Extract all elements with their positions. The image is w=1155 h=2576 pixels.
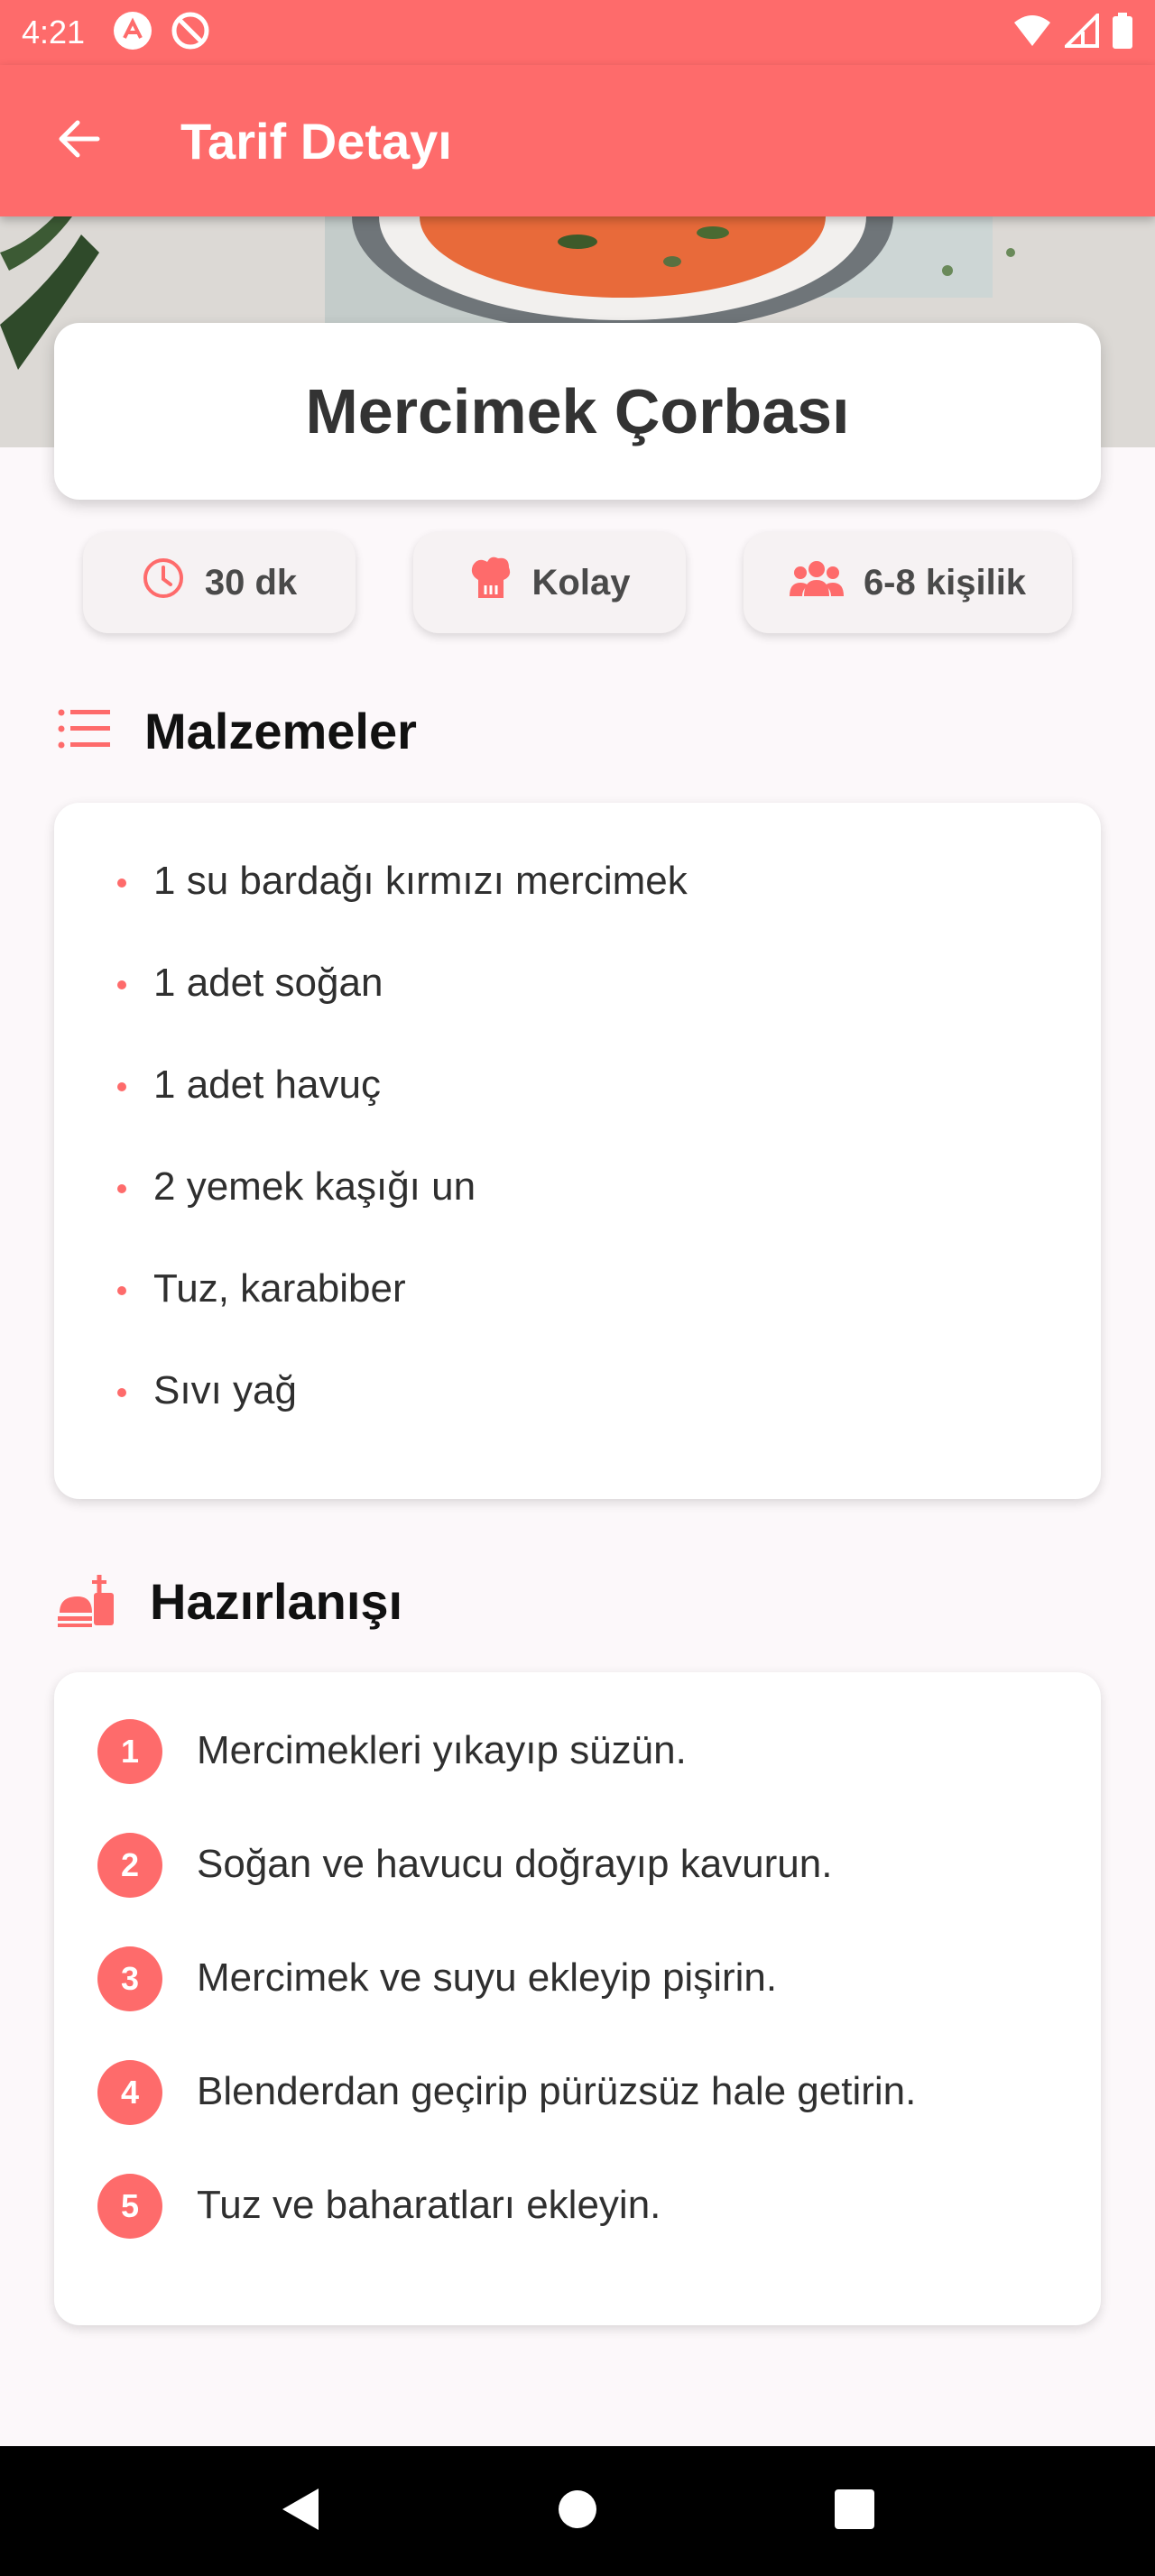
- status-system-icons: [1012, 10, 1133, 53]
- status-bar: 4:21: [0, 0, 1155, 65]
- preparation-card: 1 Mercimekleri yıkayıp süzün. 2 Soğan ve h…: [54, 1672, 1101, 2325]
- step-number-badge: 4: [97, 2060, 162, 2125]
- signal-icon: [1062, 10, 1099, 52]
- step-item: 1 Mercimekleri yıkayıp süzün.: [97, 1719, 916, 1833]
- steps-list: 1 Mercimekleri yıkayıp süzün. 2 Soğan ve h…: [97, 1719, 916, 2287]
- step-number-badge: 2: [97, 1833, 162, 1898]
- recipe-info-chips: 30 dk Kolay 6-8 kişilik: [0, 532, 1155, 633]
- system-navigation-bar: [0, 2446, 1155, 2576]
- battery-icon: [1112, 12, 1133, 53]
- difficulty-chip: Kolay: [413, 532, 686, 633]
- bullet-icon: [117, 1286, 126, 1295]
- step-number-badge: 5: [97, 2174, 162, 2239]
- step-item: 5 Tuz ve baharatları ekleyin.: [97, 2174, 916, 2287]
- bullet-icon: [117, 980, 126, 989]
- arrow-back-icon: [54, 115, 101, 167]
- step-text: Mercimekleri yıkayıp süzün.: [197, 1728, 687, 1772]
- ingredient-text: Sıvı yağ: [153, 1368, 297, 1412]
- ingredient-text: Tuz, karabiber: [153, 1266, 406, 1311]
- bullet-icon: [117, 879, 126, 888]
- app-bar: Tarif Detayı: [0, 65, 1155, 216]
- blocked-notification-icon: [170, 10, 211, 56]
- chef-hat-icon: [469, 555, 513, 611]
- back-button[interactable]: [32, 96, 123, 186]
- preparation-heading: Hazırlanışı: [58, 1569, 402, 1633]
- ingredient-item: Tuz, karabiber: [117, 1266, 688, 1368]
- step-number-badge: 1: [97, 1719, 162, 1784]
- cooking-icon: [58, 1569, 117, 1633]
- preparation-title: Hazırlanışı: [150, 1573, 403, 1630]
- nav-recents-button[interactable]: [809, 2466, 900, 2556]
- status-notification-icons: [112, 10, 211, 56]
- app-notification-icon: [112, 10, 153, 56]
- recipe-name: Mercimek Çorbası: [305, 376, 850, 446]
- ingredient-item: 1 adet soğan: [117, 961, 688, 1063]
- step-text: Soğan ve havucu doğrayıp kavurun.: [197, 1842, 833, 1886]
- step-item: 4 Blenderdan geçirip pürüzsüz hale getiri…: [97, 2060, 916, 2174]
- ingredients-title: Malzemeler: [144, 703, 417, 759]
- servings-chip: 6-8 kişilik: [744, 532, 1072, 633]
- circle-home-icon: [558, 2489, 597, 2534]
- step-item: 2 Soğan ve havucu doğrayıp kavurun.: [97, 1833, 916, 1946]
- ingredients-card: 1 su bardağı kırmızı mercimek 1 adet soğ…: [54, 803, 1101, 1499]
- ingredient-text: 1 adet havuç: [153, 1063, 381, 1107]
- ingredient-text: 2 yemek kaşığı un: [153, 1164, 476, 1209]
- prep-time-chip: 30 dk: [83, 532, 356, 633]
- bullet-icon: [117, 1082, 126, 1091]
- people-icon: [789, 558, 844, 607]
- servings-value: 6-8 kişilik: [863, 562, 1027, 603]
- ingredient-item: 1 su bardağı kırmızı mercimek: [117, 859, 688, 961]
- ingredients-list: 1 su bardağı kırmızı mercimek 1 adet soğ…: [117, 859, 688, 1470]
- ingredient-item: 2 yemek kaşığı un: [117, 1164, 688, 1266]
- clock-icon: [142, 557, 185, 609]
- nav-back-button[interactable]: [255, 2466, 346, 2556]
- square-recents-icon: [834, 2489, 874, 2534]
- triangle-back-icon: [279, 2487, 322, 2536]
- ingredient-item: 1 adet havuç: [117, 1063, 688, 1164]
- wifi-icon: [1012, 14, 1052, 52]
- recipe-title-card: Mercimek Çorbası: [54, 323, 1101, 500]
- ingredient-text: 1 su bardağı kırmızı mercimek: [153, 859, 688, 903]
- bullet-icon: [117, 1388, 126, 1397]
- ingredient-text: 1 adet soğan: [153, 961, 383, 1005]
- recipe-detail-screen: 4:21 Tarif Detayı Mercimek Çorbası 30 dk…: [0, 0, 1155, 2576]
- status-time: 4:21: [22, 14, 86, 51]
- step-number-badge: 3: [97, 1946, 162, 2011]
- prep-time-value: 30 dk: [204, 562, 298, 603]
- bullet-icon: [117, 1184, 126, 1193]
- step-item: 3 Mercimek ve suyu ekleyip pişirin.: [97, 1946, 916, 2060]
- step-text: Blenderdan geçirip pürüzsüz hale getirin…: [197, 2069, 917, 2113]
- difficulty-value: Kolay: [531, 562, 631, 603]
- nav-home-button[interactable]: [532, 2466, 623, 2556]
- list-icon: [58, 707, 112, 755]
- ingredient-item: Sıvı yağ: [117, 1368, 688, 1470]
- step-text: Tuz ve baharatları ekleyin.: [197, 2183, 661, 2227]
- page-title: Tarif Detayı: [180, 112, 452, 170]
- ingredients-heading: Malzemeler: [58, 702, 417, 760]
- step-text: Mercimek ve suyu ekleyip pişirin.: [197, 1955, 778, 2000]
